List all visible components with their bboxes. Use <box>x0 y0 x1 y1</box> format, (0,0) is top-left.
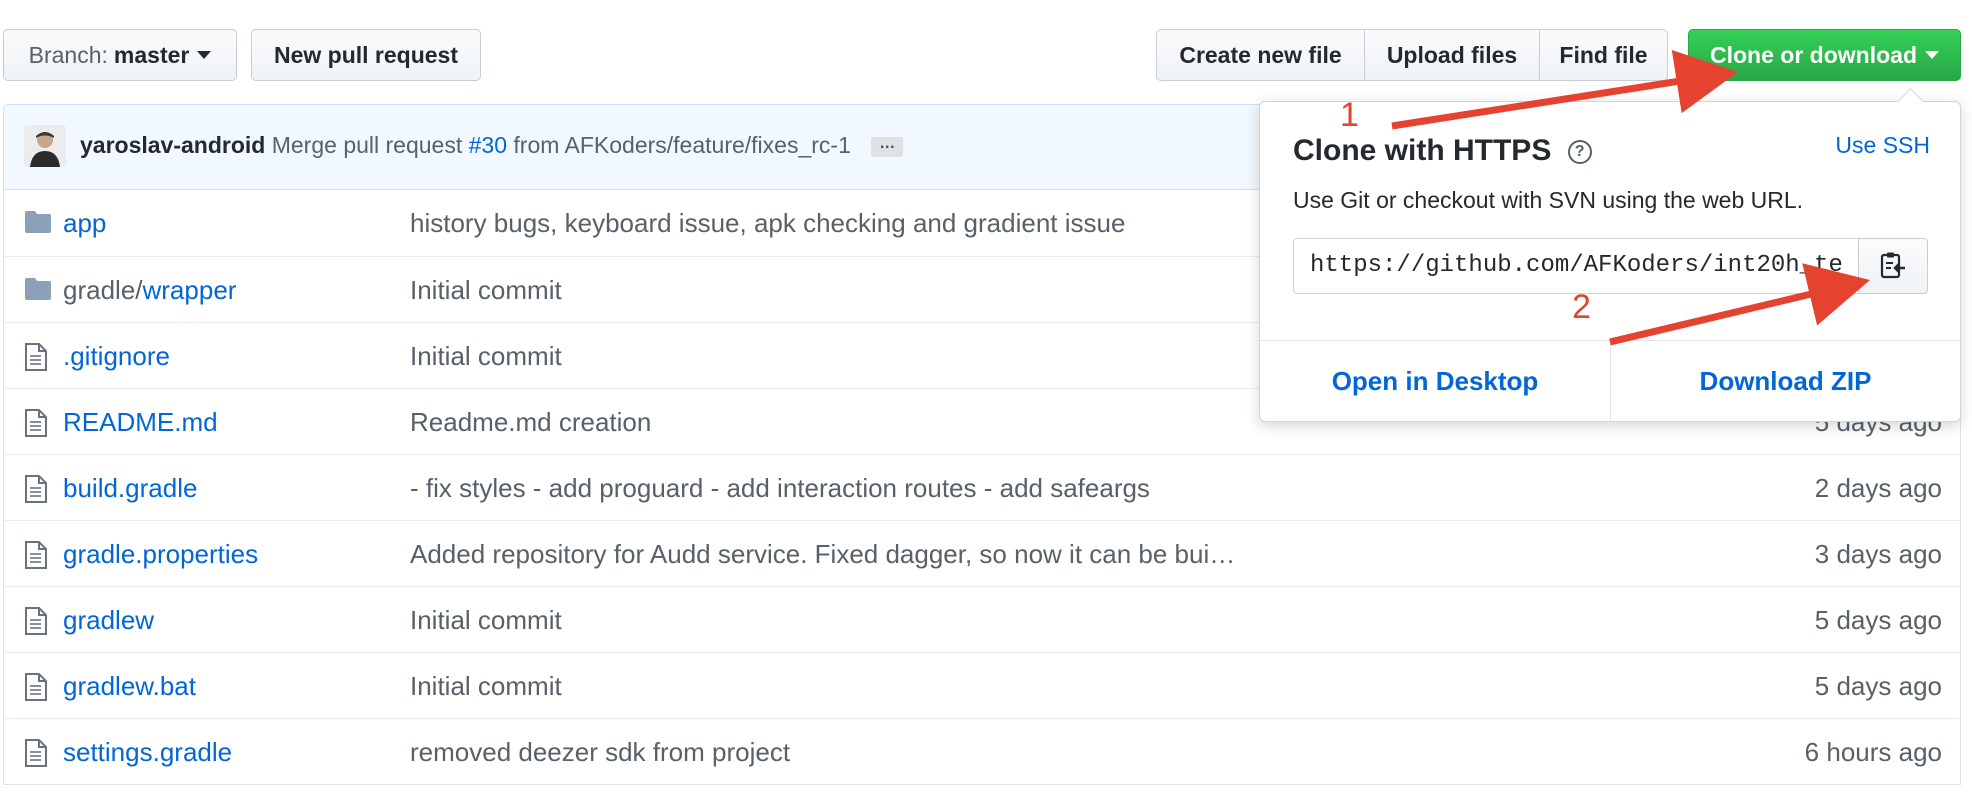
commit-age: 2 days ago <box>1814 473 1942 503</box>
folder-icon <box>24 210 52 236</box>
file-icon <box>24 343 52 371</box>
clone-url-input[interactable]: https://github.com/AFKoders/int20h_te <box>1293 238 1859 294</box>
file-icon <box>24 739 52 767</box>
commit-summary: yaroslav-android Merge pull request #30 … <box>80 132 904 159</box>
commit-message-link[interactable]: removed deezer sdk from project <box>410 737 790 768</box>
file-name[interactable]: wrapper <box>143 275 237 305</box>
clone-description: Use Git or checkout with SVN using the w… <box>1293 187 1804 213</box>
commit-message-link[interactable]: Initial commit <box>410 671 562 702</box>
commit-age: 5 days ago <box>1814 671 1942 701</box>
clone-title-text: Clone with HTTPS <box>1293 134 1552 167</box>
commit-message-suffix[interactable]: from AFKoders/feature/fixes_rc-1 <box>513 132 850 158</box>
file-name-link[interactable]: gradle.properties <box>63 539 258 570</box>
use-ssh-link[interactable]: Use SSH <box>1835 132 1930 159</box>
branch-select-button[interactable]: Branch: master <box>3 29 237 81</box>
file-path-prefix: gradle/ <box>63 275 143 305</box>
expand-commit-message-button[interactable]: … <box>871 135 904 157</box>
commit-message-link[interactable]: Initial commit <box>410 275 562 306</box>
step-1-label: 1 <box>1340 96 1359 134</box>
clone-dropdown: Clone with HTTPS ? Use SSH Use Git or ch… <box>1259 88 1961 422</box>
commit-message-link[interactable]: - fix styles - add proguard - add intera… <box>410 473 1150 504</box>
commit-message-link[interactable]: Added repository for Audd service. Fixed… <box>410 539 1235 570</box>
download-zip-button[interactable]: Download ZIP <box>1611 340 1960 422</box>
commit-message-link[interactable]: Initial commit <box>410 605 562 636</box>
file-name[interactable]: README.md <box>63 407 218 437</box>
commit-message-link[interactable]: history bugs, keyboard issue, apk checki… <box>410 208 1125 239</box>
file-name-link[interactable]: app <box>63 208 106 239</box>
file-name-link[interactable]: build.gradle <box>63 473 197 504</box>
file-row[interactable]: gradlew.bat Initial commit 5 days ago <box>4 652 1960 718</box>
clone-or-download-button[interactable]: Clone or download <box>1688 29 1961 81</box>
file-row[interactable]: gradle.properties Added repository for Au… <box>4 520 1960 586</box>
file-name[interactable]: gradlew <box>63 605 154 635</box>
file-name-link[interactable]: README.md <box>63 407 218 438</box>
commit-message-prefix[interactable]: Merge pull request <box>272 132 463 158</box>
folder-icon <box>24 277 52 303</box>
file-icon <box>24 673 52 701</box>
commit-age: 5 days ago <box>1814 605 1942 635</box>
commit-age: 3 days ago <box>1814 539 1942 569</box>
file-icon <box>24 409 52 437</box>
file-row[interactable]: build.gradle - fix styles - add proguard … <box>4 454 1960 520</box>
step-2-label: 2 <box>1572 288 1591 326</box>
file-name[interactable]: gradle.properties <box>63 539 258 569</box>
create-new-file-button[interactable]: Create new file <box>1156 29 1365 81</box>
chevron-down-icon <box>197 51 212 59</box>
file-name[interactable]: gradlew.bat <box>63 671 196 701</box>
new-pull-request-button[interactable]: New pull request <box>251 29 481 81</box>
commit-author-link[interactable]: yaroslav-android <box>80 132 265 158</box>
file-row[interactable]: settings.gradle removed deezer sdk from p… <box>4 718 1960 784</box>
clone-or-download-label: Clone or download <box>1710 41 1917 68</box>
file-name-link[interactable]: gradle/wrapper <box>63 275 236 306</box>
pull-request-link[interactable]: #30 <box>469 132 507 158</box>
file-icon <box>24 475 52 503</box>
copy-to-clipboard-button[interactable] <box>1858 238 1928 294</box>
open-in-desktop-button[interactable]: Open in Desktop <box>1260 340 1610 422</box>
file-actions-group: Create new file Upload files Find file <box>1156 29 1668 81</box>
file-name-link[interactable]: gradlew.bat <box>63 671 196 702</box>
file-name[interactable]: .gitignore <box>63 341 170 371</box>
question-icon[interactable]: ? <box>1567 140 1592 165</box>
upload-files-button[interactable]: Upload files <box>1364 29 1540 81</box>
file-name-link[interactable]: .gitignore <box>63 341 170 372</box>
dropdown-pointer <box>1897 88 1924 115</box>
commit-message-link[interactable]: Readme.md creation <box>410 407 651 438</box>
branch-prefix: Branch: <box>28 41 108 68</box>
file-name[interactable]: app <box>63 208 106 238</box>
branch-name: master <box>113 41 190 68</box>
file-name[interactable]: build.gradle <box>63 473 197 503</box>
file-icon <box>24 541 52 569</box>
avatar[interactable] <box>24 125 66 167</box>
commit-age: 6 hours ago <box>1804 737 1942 767</box>
file-icon <box>24 607 52 635</box>
commit-message-link[interactable]: Initial commit <box>410 341 562 372</box>
file-name-link[interactable]: settings.gradle <box>63 737 232 768</box>
chevron-down-icon <box>1925 51 1939 59</box>
file-row[interactable]: gradlew Initial commit 5 days ago <box>4 586 1960 652</box>
find-file-button[interactable]: Find file <box>1539 29 1668 81</box>
clipboard-icon <box>1880 252 1905 279</box>
file-name-link[interactable]: gradlew <box>63 605 154 636</box>
file-name[interactable]: settings.gradle <box>63 737 232 767</box>
clone-dropdown-title: Clone with HTTPS ? <box>1293 134 1592 168</box>
